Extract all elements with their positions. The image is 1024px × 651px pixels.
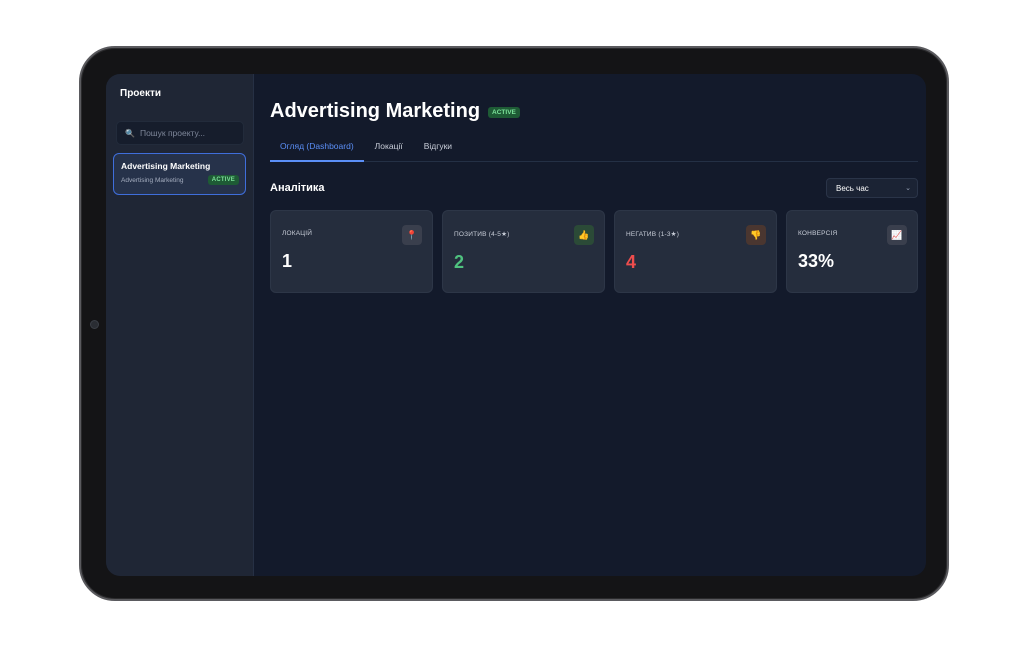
stat-card-negative: НЕГАТИВ (1-3★) 4 👎 — [614, 210, 777, 293]
stat-label: ПОЗИТИВ (4-5★) — [454, 231, 510, 238]
period-select[interactable]: Весь час ⌄ — [826, 178, 918, 198]
search-placeholder: Пошук проекту... — [139, 128, 206, 138]
stat-label: НЕГАТИВ (1-3★) — [626, 231, 680, 238]
tab-locations[interactable]: Локації — [364, 141, 413, 162]
tab-reviews[interactable]: Відгуки — [413, 141, 462, 162]
page-title: Advertising Marketing — [270, 100, 481, 122]
pin-icon: 📍 — [402, 225, 422, 245]
project-search-input[interactable]: 🔍 Пошук проекту... — [116, 121, 244, 145]
main-content: Advertising Marketing ACTIVE Огляд (Dash… — [254, 74, 926, 576]
stat-value: 2 — [454, 252, 465, 272]
tablet-frame: Проекти 🔍 Пошук проекту... Advertising M… — [79, 46, 949, 601]
sidebar: Проекти 🔍 Пошук проекту... Advertising M… — [106, 74, 254, 576]
search-icon: 🔍 — [125, 128, 135, 138]
stat-label: ЛОКАЦІЙ — [282, 230, 313, 237]
stat-value: 4 — [626, 252, 637, 272]
stat-cards: ЛОКАЦІЙ 1 📍 ПОЗИТИВ (4-5★) 2 👍 НЕГАТИВ (… — [270, 210, 918, 293]
thumbs-down-icon: 👎 — [746, 225, 766, 245]
chart-icon: 📈 — [887, 225, 907, 245]
project-status-badge: ACTIVE — [207, 175, 239, 185]
sidebar-title: Проекти — [120, 88, 162, 99]
period-select-value: Весь час — [836, 183, 869, 193]
stat-card-locations: ЛОКАЦІЙ 1 📍 — [270, 210, 433, 293]
stat-card-positive: ПОЗИТИВ (4-5★) 2 👍 — [442, 210, 605, 293]
thumbs-up-icon: 👍 — [574, 225, 594, 245]
camera-dot — [90, 320, 99, 329]
tab-overview[interactable]: Огляд (Dashboard) — [270, 141, 364, 162]
project-subtitle: Advertising Marketing — [121, 176, 184, 184]
stat-value: 1 — [282, 251, 293, 271]
project-name: Advertising Marketing — [121, 161, 211, 171]
analytics-title: Аналітика — [270, 182, 325, 194]
stat-card-conversion: КОНВЕРСІЯ 33% 📈 — [786, 210, 918, 293]
app-screen: Проекти 🔍 Пошук проекту... Advertising M… — [106, 74, 926, 576]
stat-value: 33% — [798, 251, 835, 271]
chevron-down-icon: ⌄ — [905, 185, 911, 192]
tab-bar: Огляд (Dashboard) Локації Відгуки — [270, 141, 918, 162]
project-item-advertising-marketing[interactable]: Advertising Marketing Advertising Market… — [113, 153, 246, 195]
status-badge: ACTIVE — [488, 107, 520, 118]
